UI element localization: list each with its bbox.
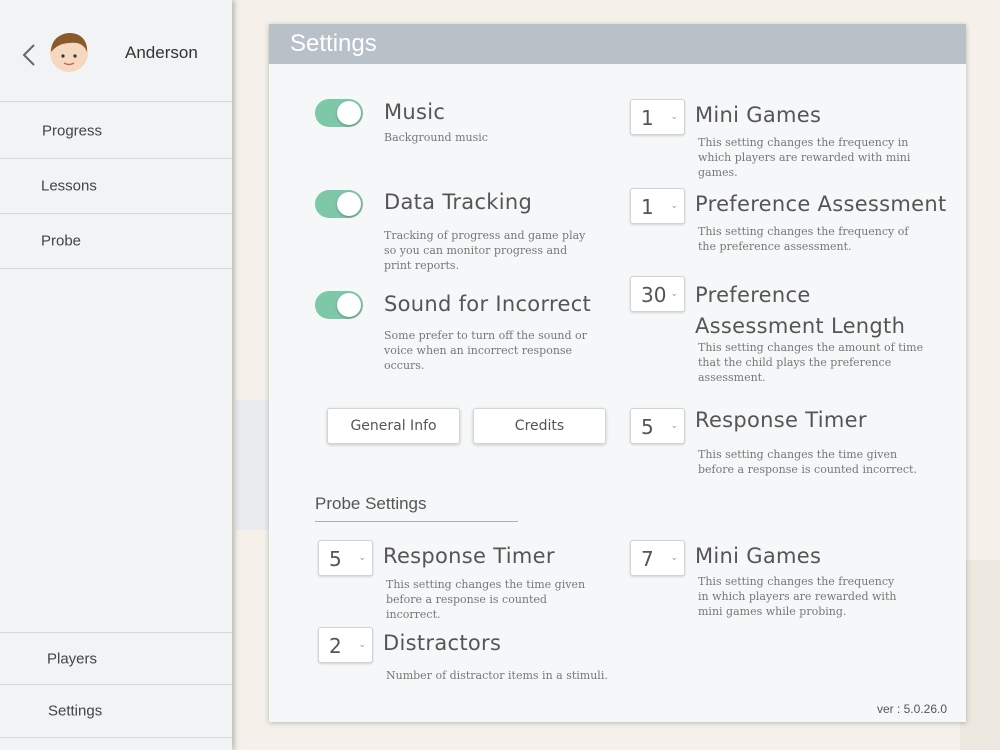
settings-header: Settings [269,24,966,64]
select-value: 5 [641,415,654,439]
data-tracking-description: Tracking of progress and game play so yo… [384,229,586,272]
background-decoration [236,400,272,530]
sound-incorrect-toggle[interactable] [315,291,363,319]
sound-incorrect-description: Some prefer to turn off the sound or voi… [384,329,587,372]
sidebar-item-label: Lessons [41,177,97,195]
toggle-knob [337,101,361,125]
sidebar-item-lessons[interactable]: Lessons [0,159,232,214]
distractors-label: Distractors [383,631,502,655]
response-timer-description: This setting changes the time given befo… [698,448,917,476]
chevron-down-icon: ⌄ [670,420,678,430]
settings-panel: Settings Music Background music Data Tra… [269,24,966,722]
page-title: Settings [290,30,377,57]
probe-settings-title: Probe Settings [315,494,427,513]
preference-assessment-length-description: This setting changes the amount of time … [698,341,924,384]
background-decoration [960,560,1000,750]
mini-games-label: Mini Games [695,103,822,127]
sidebar-item-label: Players [47,650,98,667]
select-value: 7 [641,547,654,571]
sidebar: Anderson Progress Lessons Probe Players … [0,0,232,750]
probe-mini-games-select[interactable]: 7 ⌄ [630,540,685,576]
probe-response-timer-description: This setting changes the time given befo… [386,578,586,621]
music-description: Background music [384,131,488,144]
sidebar-item-label: Probe [41,232,82,250]
chevron-down-icon: ⌄ [358,639,366,649]
toggle-knob [337,293,361,317]
sidebar-item-players[interactable]: Players [0,632,232,685]
preference-assessment-length-label: Preference Assessment Length [695,283,906,338]
preference-assessment-description: This setting changes the frequency of th… [698,225,909,253]
probe-mini-games-label: Mini Games [695,544,822,568]
probe-response-timer-select[interactable]: 5 ⌄ [318,540,373,576]
sidebar-item-progress[interactable]: Progress [0,103,232,159]
probe-response-timer-label: Response Timer [383,544,555,568]
chevron-down-icon: ⌄ [358,552,366,562]
version-label: ver : 5.0.26.0 [876,702,947,716]
general-info-button[interactable]: General Info [327,408,460,444]
chevron-down-icon: ⌄ [670,552,678,562]
select-value: 1 [641,195,654,219]
profile-header: Anderson [0,0,232,102]
sidebar-item-label: Settings [48,702,103,720]
preference-assessment-select[interactable]: 1 ⌄ [630,188,685,224]
section-divider [315,521,518,522]
sidebar-item-label: Progress [42,122,103,139]
select-value: 2 [329,634,342,658]
select-value: 5 [329,547,342,571]
preference-assessment-label: Preference Assessment [695,192,947,216]
music-label: Music [384,100,446,124]
sidebar-item-settings[interactable]: Settings [0,685,232,738]
sidebar-item-probe[interactable]: Probe [0,214,232,269]
distractors-select[interactable]: 2 ⌄ [318,627,373,663]
mini-games-select[interactable]: 1 ⌄ [630,99,685,135]
sound-incorrect-label: Sound for Incorrect [384,292,592,316]
mini-games-description: This setting changes the frequency in wh… [698,136,911,179]
preference-assessment-length-select[interactable]: 30 ⌄ [630,276,685,312]
chevron-down-icon: ⌄ [670,111,678,121]
select-value: 1 [641,106,654,130]
distractors-description: Number of distractor items in a stimuli. [386,669,608,682]
back-button[interactable] [20,42,38,68]
select-value: 30 [641,283,667,307]
toggle-knob [337,192,361,216]
response-timer-select[interactable]: 5 ⌄ [630,408,685,444]
avatar [48,32,90,74]
data-tracking-label: Data Tracking [384,190,533,214]
chevron-down-icon: ⌄ [670,200,678,210]
credits-button[interactable]: Credits [473,408,606,444]
profile-name: Anderson [125,43,198,62]
response-timer-label: Response Timer [695,408,867,432]
chevron-down-icon: ⌄ [670,288,678,298]
music-toggle[interactable] [315,99,363,127]
probe-mini-games-description: This setting changes the frequency in wh… [698,575,897,618]
chevron-left-icon [22,44,35,66]
data-tracking-toggle[interactable] [315,190,363,218]
